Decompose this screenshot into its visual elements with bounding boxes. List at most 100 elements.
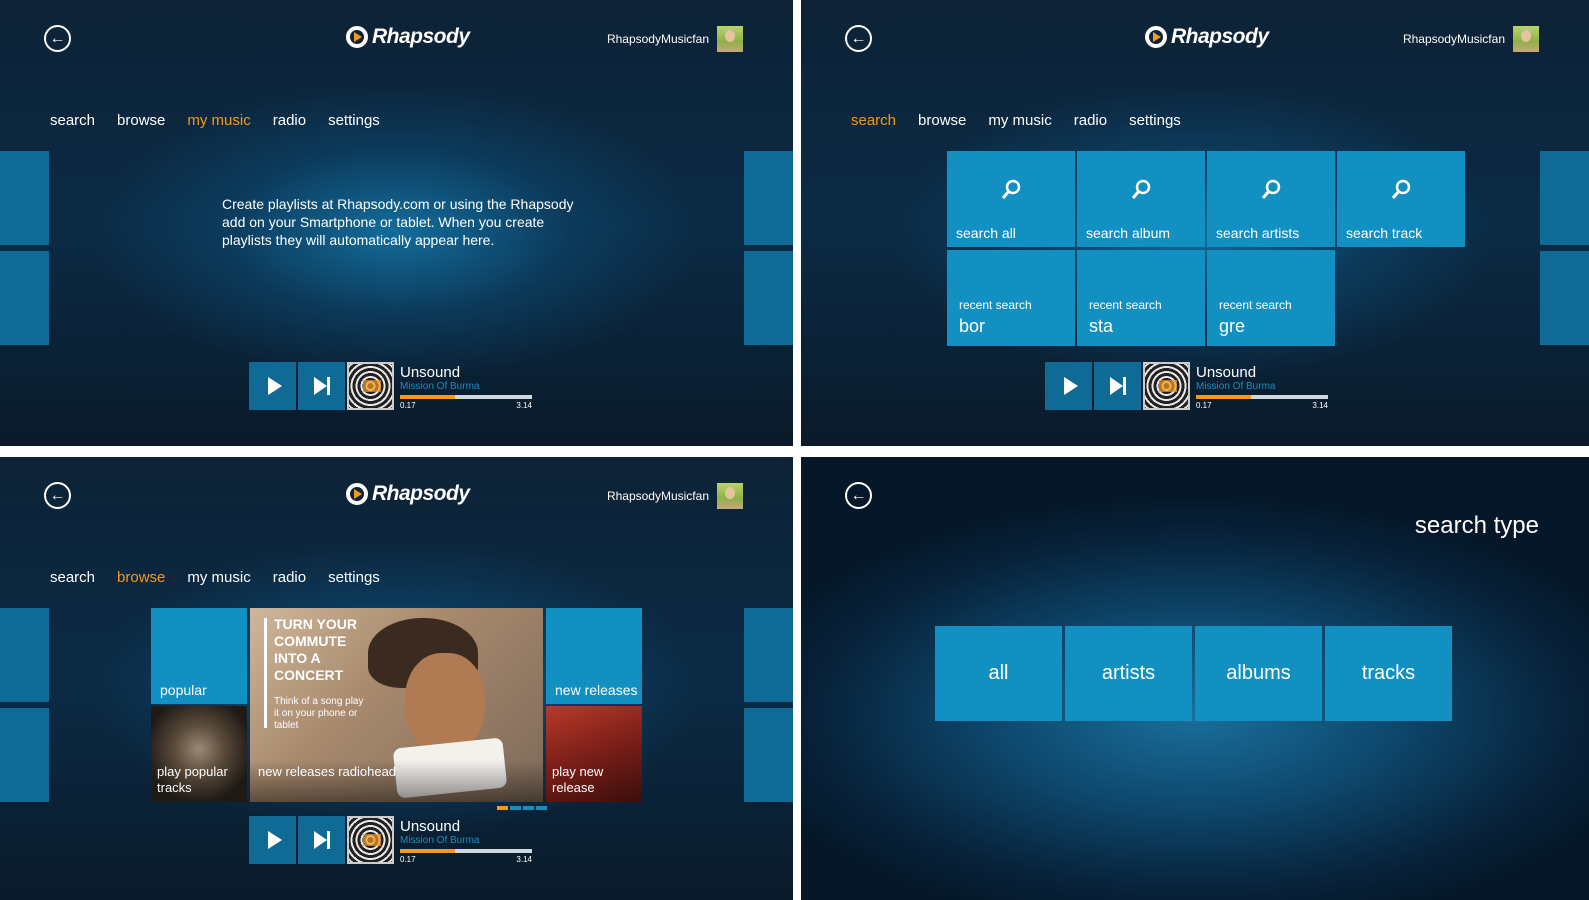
avatar[interactable] [1513,26,1539,52]
username: RhapsodyMusicfan [606,32,709,46]
song-title: Unsound [400,818,461,835]
tile-label: play new release [552,764,604,795]
tile-label: new releases [555,682,638,698]
play-button[interactable] [249,362,296,410]
nav-search[interactable]: search [50,569,95,586]
progress-fill [1196,395,1252,399]
play-new-release-tile[interactable]: play new release [546,706,642,802]
now-playing-info: Unsound Mission Of Burma 0.17 3.14 [396,816,532,864]
elapsed-time: 0.17 [400,401,416,410]
prev-page-tile[interactable] [0,251,49,345]
recent-search-tile[interactable]: recent search bor [947,250,1075,346]
back-arrow-icon: ← [49,29,66,47]
skip-next-icon [313,377,330,395]
page-dot[interactable] [510,806,521,810]
next-page-tile[interactable] [1540,251,1589,345]
rhapsody-logo-icon [346,26,368,48]
next-track-button[interactable] [298,816,345,864]
nav-search[interactable]: search [50,112,95,129]
album-art[interactable] [1143,362,1190,410]
recent-search-tile[interactable]: recent search gre [1207,250,1335,346]
prev-page-tile[interactable] [0,708,49,802]
brand-name: Rhapsody [372,25,470,48]
progress-fill [400,395,456,399]
search-all-tile[interactable]: search all [947,151,1075,247]
nav-browse[interactable]: browse [117,569,165,586]
nav-browse[interactable]: browse [117,112,165,129]
nav-radio[interactable]: radio [273,112,306,129]
search-type-all-button[interactable]: all [935,626,1062,721]
nav-radio[interactable]: radio [273,569,306,586]
next-track-button[interactable] [1094,362,1141,410]
page-dot[interactable] [536,806,547,810]
play-button[interactable] [1045,362,1092,410]
back-button[interactable]: ← [845,482,872,509]
nav-settings[interactable]: settings [1129,112,1181,129]
popular-tile[interactable]: popular [151,608,247,704]
back-button[interactable]: ← [44,25,71,52]
next-page-tile[interactable] [1540,151,1589,245]
nav-settings[interactable]: settings [328,569,380,586]
back-button[interactable]: ← [44,482,71,509]
page-dot[interactable] [523,806,534,810]
next-page-tile[interactable] [744,151,793,245]
new-releases-tile[interactable]: new releases [546,608,642,704]
recent-search-term: bor [959,316,986,336]
artist-name: Mission Of Burma [400,381,480,392]
user-profile[interactable]: RhapsodyMusicfan [607,26,743,52]
page-dot[interactable] [497,806,508,810]
back-arrow-icon: ← [49,486,66,504]
nav-browse[interactable]: browse [918,112,966,129]
main-nav: search browse my music radio settings [50,569,402,586]
next-page-tile[interactable] [744,251,793,345]
back-arrow-icon: ← [850,486,867,504]
search-album-tile[interactable]: search album [1077,151,1205,247]
tile-label: search all [956,225,1016,241]
album-art[interactable] [347,816,394,864]
featured-caption: new releases radiohead [250,760,543,802]
play-popular-tracks-tile[interactable]: play popular tracks [151,706,247,802]
nav-settings[interactable]: settings [328,112,380,129]
search-type-artists-button[interactable]: artists [1065,626,1192,721]
tile-label: search artists [1216,225,1300,241]
prev-page-tile[interactable] [0,151,49,245]
next-page-tile[interactable] [744,708,793,802]
search-icon [1261,179,1281,199]
search-type-tracks-button[interactable]: tracks [1325,626,1452,721]
rhapsody-logo-icon [1145,26,1167,48]
brand-name: Rhapsody [1171,25,1269,48]
empty-playlists-message: Create playlists at Rhapsody.com or usin… [222,196,574,248]
avatar[interactable] [717,26,743,52]
song-title: Unsound [1196,364,1257,381]
play-button[interactable] [249,816,296,864]
nav-my-music[interactable]: my music [187,569,250,586]
track-duration: 3.14 [516,401,532,410]
next-page-tile[interactable] [744,608,793,702]
avatar[interactable] [717,483,743,509]
user-profile[interactable]: RhapsodyMusicfan [607,483,743,509]
recent-search-label: recent search [1219,298,1292,312]
featured-subtext: Think of a song play it on your phone or… [274,696,364,731]
search-icon [1001,179,1021,199]
back-button[interactable]: ← [845,25,872,52]
carousel-page-indicator[interactable] [497,806,547,810]
recent-search-tile[interactable]: recent search sta [1077,250,1205,346]
rhapsody-logo: Rhapsody [346,482,470,506]
panel-search: ← Rhapsody RhapsodyMusicfan search brows… [801,0,1589,446]
search-artists-tile[interactable]: search artists [1207,151,1335,247]
search-track-tile[interactable]: search track [1337,151,1465,247]
progress-bar[interactable] [400,395,532,399]
search-type-albums-button[interactable]: albums [1195,626,1322,721]
nav-my-music[interactable]: my music [988,112,1051,129]
nav-search[interactable]: search [851,112,896,129]
progress-bar[interactable] [1196,395,1328,399]
album-art[interactable] [347,362,394,410]
prev-page-tile[interactable] [0,608,49,702]
user-profile[interactable]: RhapsodyMusicfan [1403,26,1539,52]
progress-bar[interactable] [400,849,532,853]
next-track-button[interactable] [298,362,345,410]
nav-my-music[interactable]: my music [187,112,250,129]
artist-name: Mission Of Burma [1196,381,1276,392]
nav-radio[interactable]: radio [1074,112,1107,129]
featured-banner[interactable]: TURN YOUR COMMUTE INTO A CONCERT Think o… [250,608,543,802]
